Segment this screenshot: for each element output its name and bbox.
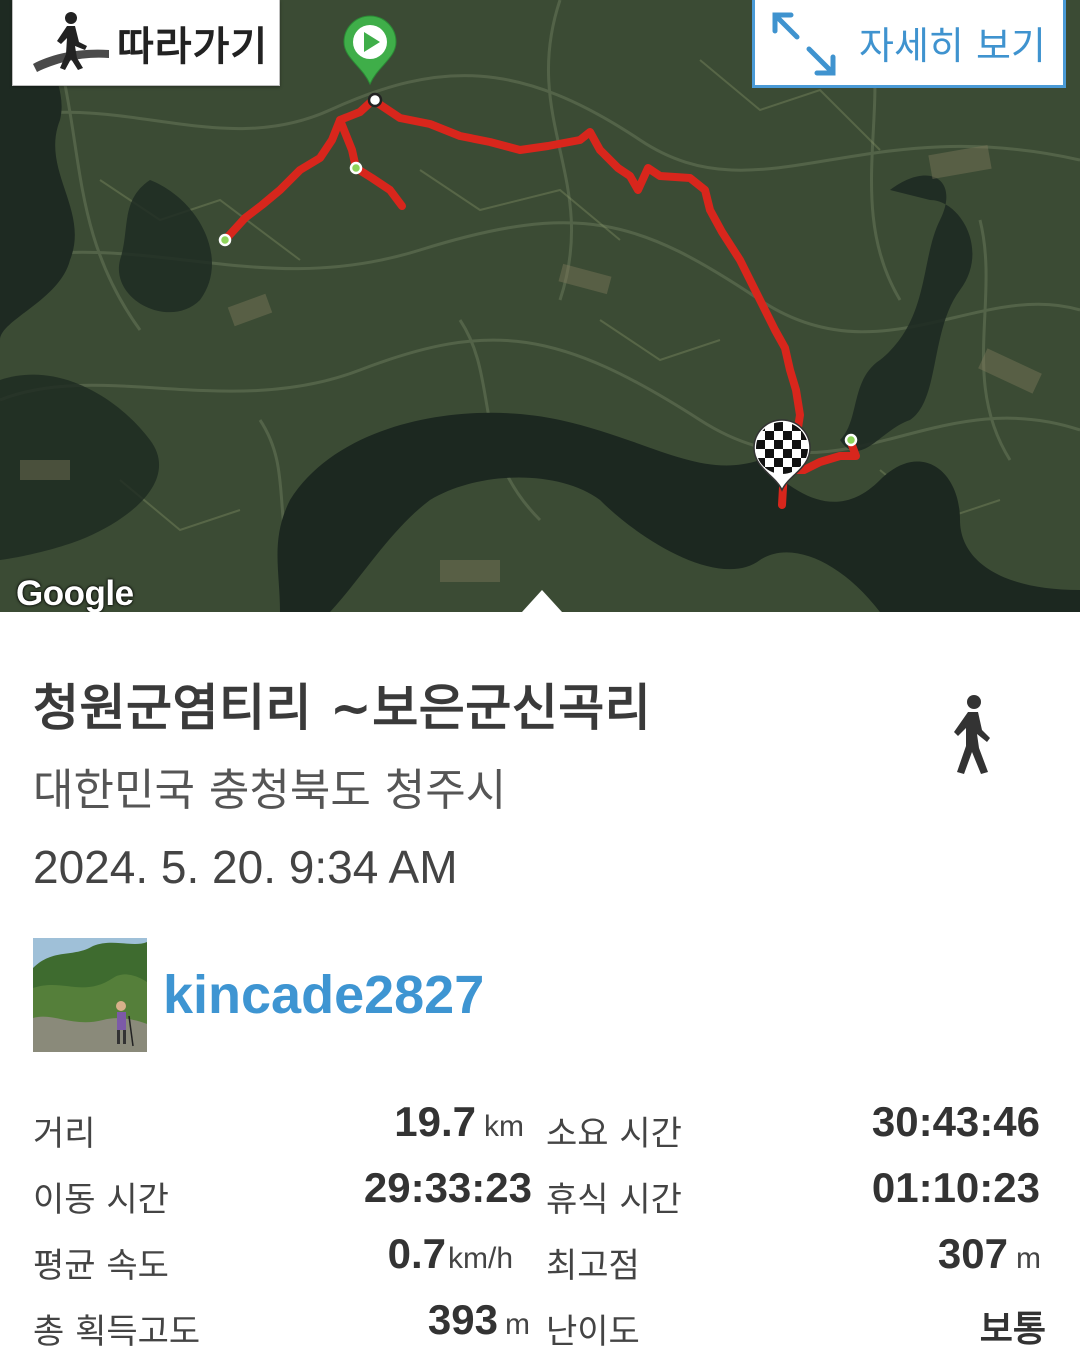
total-ascent-value: 393 <box>427 1296 498 1343</box>
total-time-label: 소요 시간 <box>546 1114 682 1154</box>
moving-time-value: 29:33:23 <box>363 1164 532 1211</box>
rest-time-value: 01:10:23 <box>871 1164 1040 1211</box>
map-pointer-notch <box>522 590 562 612</box>
max-altitude-value: 307 <box>937 1230 1008 1277</box>
distance-value: 19.7 <box>394 1098 476 1145</box>
track-location: 대한민국 충청북도 청주시 <box>33 765 507 816</box>
hiker-path-icon <box>33 11 109 72</box>
follow-label: 따라가기 <box>117 23 269 70</box>
avg-speed-unit: km/h <box>448 1242 514 1275</box>
total-ascent-label: 총 획득고도 <box>33 1312 201 1352</box>
track-datetime: 2024. 5. 20. 9:34 AM <box>33 841 458 893</box>
google-logo: Google <box>16 574 134 612</box>
walking-person-icon <box>954 695 990 774</box>
route-map[interactable]: 따라가기 자세히 보기 Google <box>0 0 1080 612</box>
avg-speed-label: 평균 속도 <box>33 1246 169 1286</box>
rest-time-label: 휴식 시간 <box>546 1180 682 1220</box>
distance-unit: km <box>484 1110 524 1143</box>
difficulty-value: 보통 <box>979 1309 1046 1350</box>
max-altitude-label: 최고점 <box>546 1246 640 1286</box>
start-marker-icon[interactable] <box>340 14 400 86</box>
total-time-value: 30:43:46 <box>871 1098 1040 1145</box>
finish-marker-icon[interactable] <box>750 416 814 492</box>
expand-icon <box>772 12 836 75</box>
view-details-label: 자세히 보기 <box>859 24 1046 68</box>
max-altitude-unit: m <box>1016 1242 1041 1275</box>
moving-time-label: 이동 시간 <box>33 1180 169 1220</box>
username-link[interactable]: kincade2827 <box>163 964 484 1026</box>
user-avatar[interactable] <box>33 938 147 1052</box>
distance-label: 거리 <box>33 1114 96 1154</box>
satellite-imagery <box>0 0 1080 612</box>
view-details-button[interactable]: 자세히 보기 <box>752 0 1066 88</box>
track-title: 청원군염티리 ~보은군신곡리 <box>33 679 652 737</box>
difficulty-label: 난이도 <box>546 1312 640 1352</box>
follow-button[interactable]: 따라가기 <box>12 0 280 86</box>
avg-speed-value: 0.7 <box>387 1230 446 1277</box>
total-ascent-unit: m <box>505 1308 530 1341</box>
